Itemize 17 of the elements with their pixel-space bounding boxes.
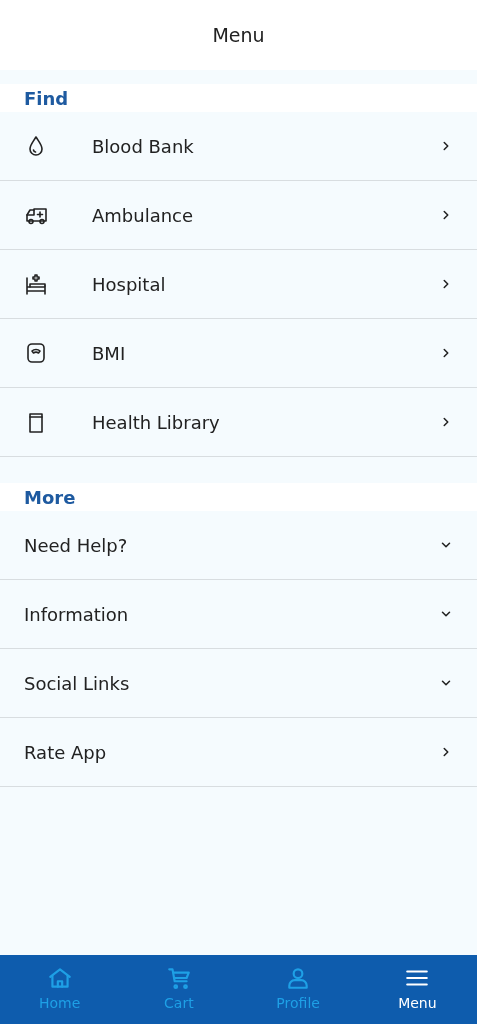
menu-item-label: Need Help?: [24, 533, 129, 558]
menu-item-label: Ambulance: [92, 203, 195, 228]
menu-item-label: Blood Bank: [92, 134, 195, 159]
section-heading: Find: [24, 86, 69, 111]
hospital-bed-icon: [24, 272, 48, 296]
weighing-scale-icon: [24, 341, 48, 365]
cart-icon: [165, 965, 192, 991]
menu-item-label: Information: [24, 602, 130, 627]
menu-item-label: Social Links: [24, 671, 131, 696]
menu-item-label: Hospital: [92, 272, 167, 297]
section-heading: More: [24, 485, 76, 510]
page-title: Menu: [212, 22, 265, 48]
menu-item-label: Health Library: [92, 410, 221, 435]
menu-item-label: Rate App: [24, 740, 108, 765]
home-icon: [46, 965, 73, 991]
nav-tab[interactable]: Menu: [357, 955, 477, 1024]
menu-item-label: BMI: [92, 341, 127, 366]
